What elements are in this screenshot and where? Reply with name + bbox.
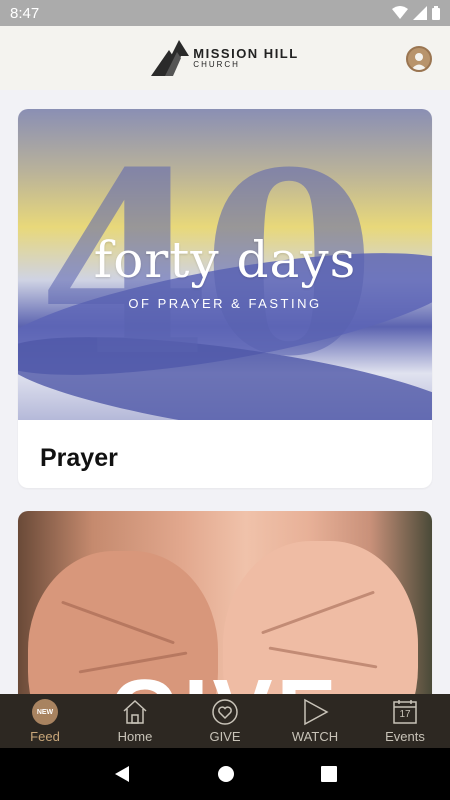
system-nav-bar <box>0 748 450 800</box>
logo-subtitle: CHURCH <box>193 60 240 69</box>
card-title: Prayer <box>40 444 118 472</box>
nav-item-watch[interactable]: WATCH <box>270 694 360 748</box>
feed-card-give[interactable]: GIVE <box>18 511 432 694</box>
hero-title: forty days <box>93 231 357 289</box>
new-badge-icon: NEW <box>32 699 58 725</box>
hero-text: GIVE <box>18 661 432 694</box>
nav-item-give[interactable]: GIVE <box>180 694 270 748</box>
nav-label: WATCH <box>291 729 339 744</box>
nav-item-feed[interactable]: NEW Feed <box>0 694 90 748</box>
status-time: 8:47 <box>10 4 40 22</box>
mountain-logo-icon <box>151 40 190 76</box>
nav-label: Home <box>117 729 153 744</box>
church-logo[interactable]: MISSION HILL CHURCH <box>151 40 298 76</box>
status-icons <box>392 6 440 20</box>
feed-list[interactable]: 40 forty days OF PRAYER & FASTING Prayer… <box>0 90 450 694</box>
nav-label: Feed <box>30 729 60 744</box>
battery-icon <box>432 6 440 20</box>
wifi-icon <box>392 6 408 19</box>
bottom-nav: NEW Feed Home GIVE WATCH 17 Events <box>0 694 450 748</box>
nav-item-events[interactable]: 17 Events <box>360 694 450 748</box>
nav-label: GIVE <box>209 729 241 744</box>
recents-icon[interactable] <box>321 766 337 782</box>
profile-avatar-button[interactable] <box>406 46 432 72</box>
feed-card-prayer[interactable]: 40 forty days OF PRAYER & FASTING Prayer <box>18 109 432 488</box>
nav-label: Events <box>385 729 425 744</box>
user-icon <box>411 53 427 70</box>
home-circle-icon[interactable] <box>217 765 235 783</box>
app-header: MISSION HILL CHURCH <box>0 26 450 90</box>
card-hero-image: 40 forty days OF PRAYER & FASTING <box>18 109 432 420</box>
card-hero-image: GIVE <box>18 511 432 694</box>
home-icon <box>123 699 147 724</box>
heart-circle-icon <box>212 699 238 725</box>
back-icon[interactable] <box>113 765 131 783</box>
logo-title: MISSION HILL <box>193 46 299 61</box>
play-icon <box>304 698 329 726</box>
calendar-day: 17 <box>399 709 411 720</box>
cell-signal-icon <box>413 6 427 20</box>
status-bar: 8:47 <box>0 0 450 26</box>
hero-subtitle: OF PRAYER & FASTING <box>128 296 322 311</box>
nav-item-home[interactable]: Home <box>90 694 180 748</box>
